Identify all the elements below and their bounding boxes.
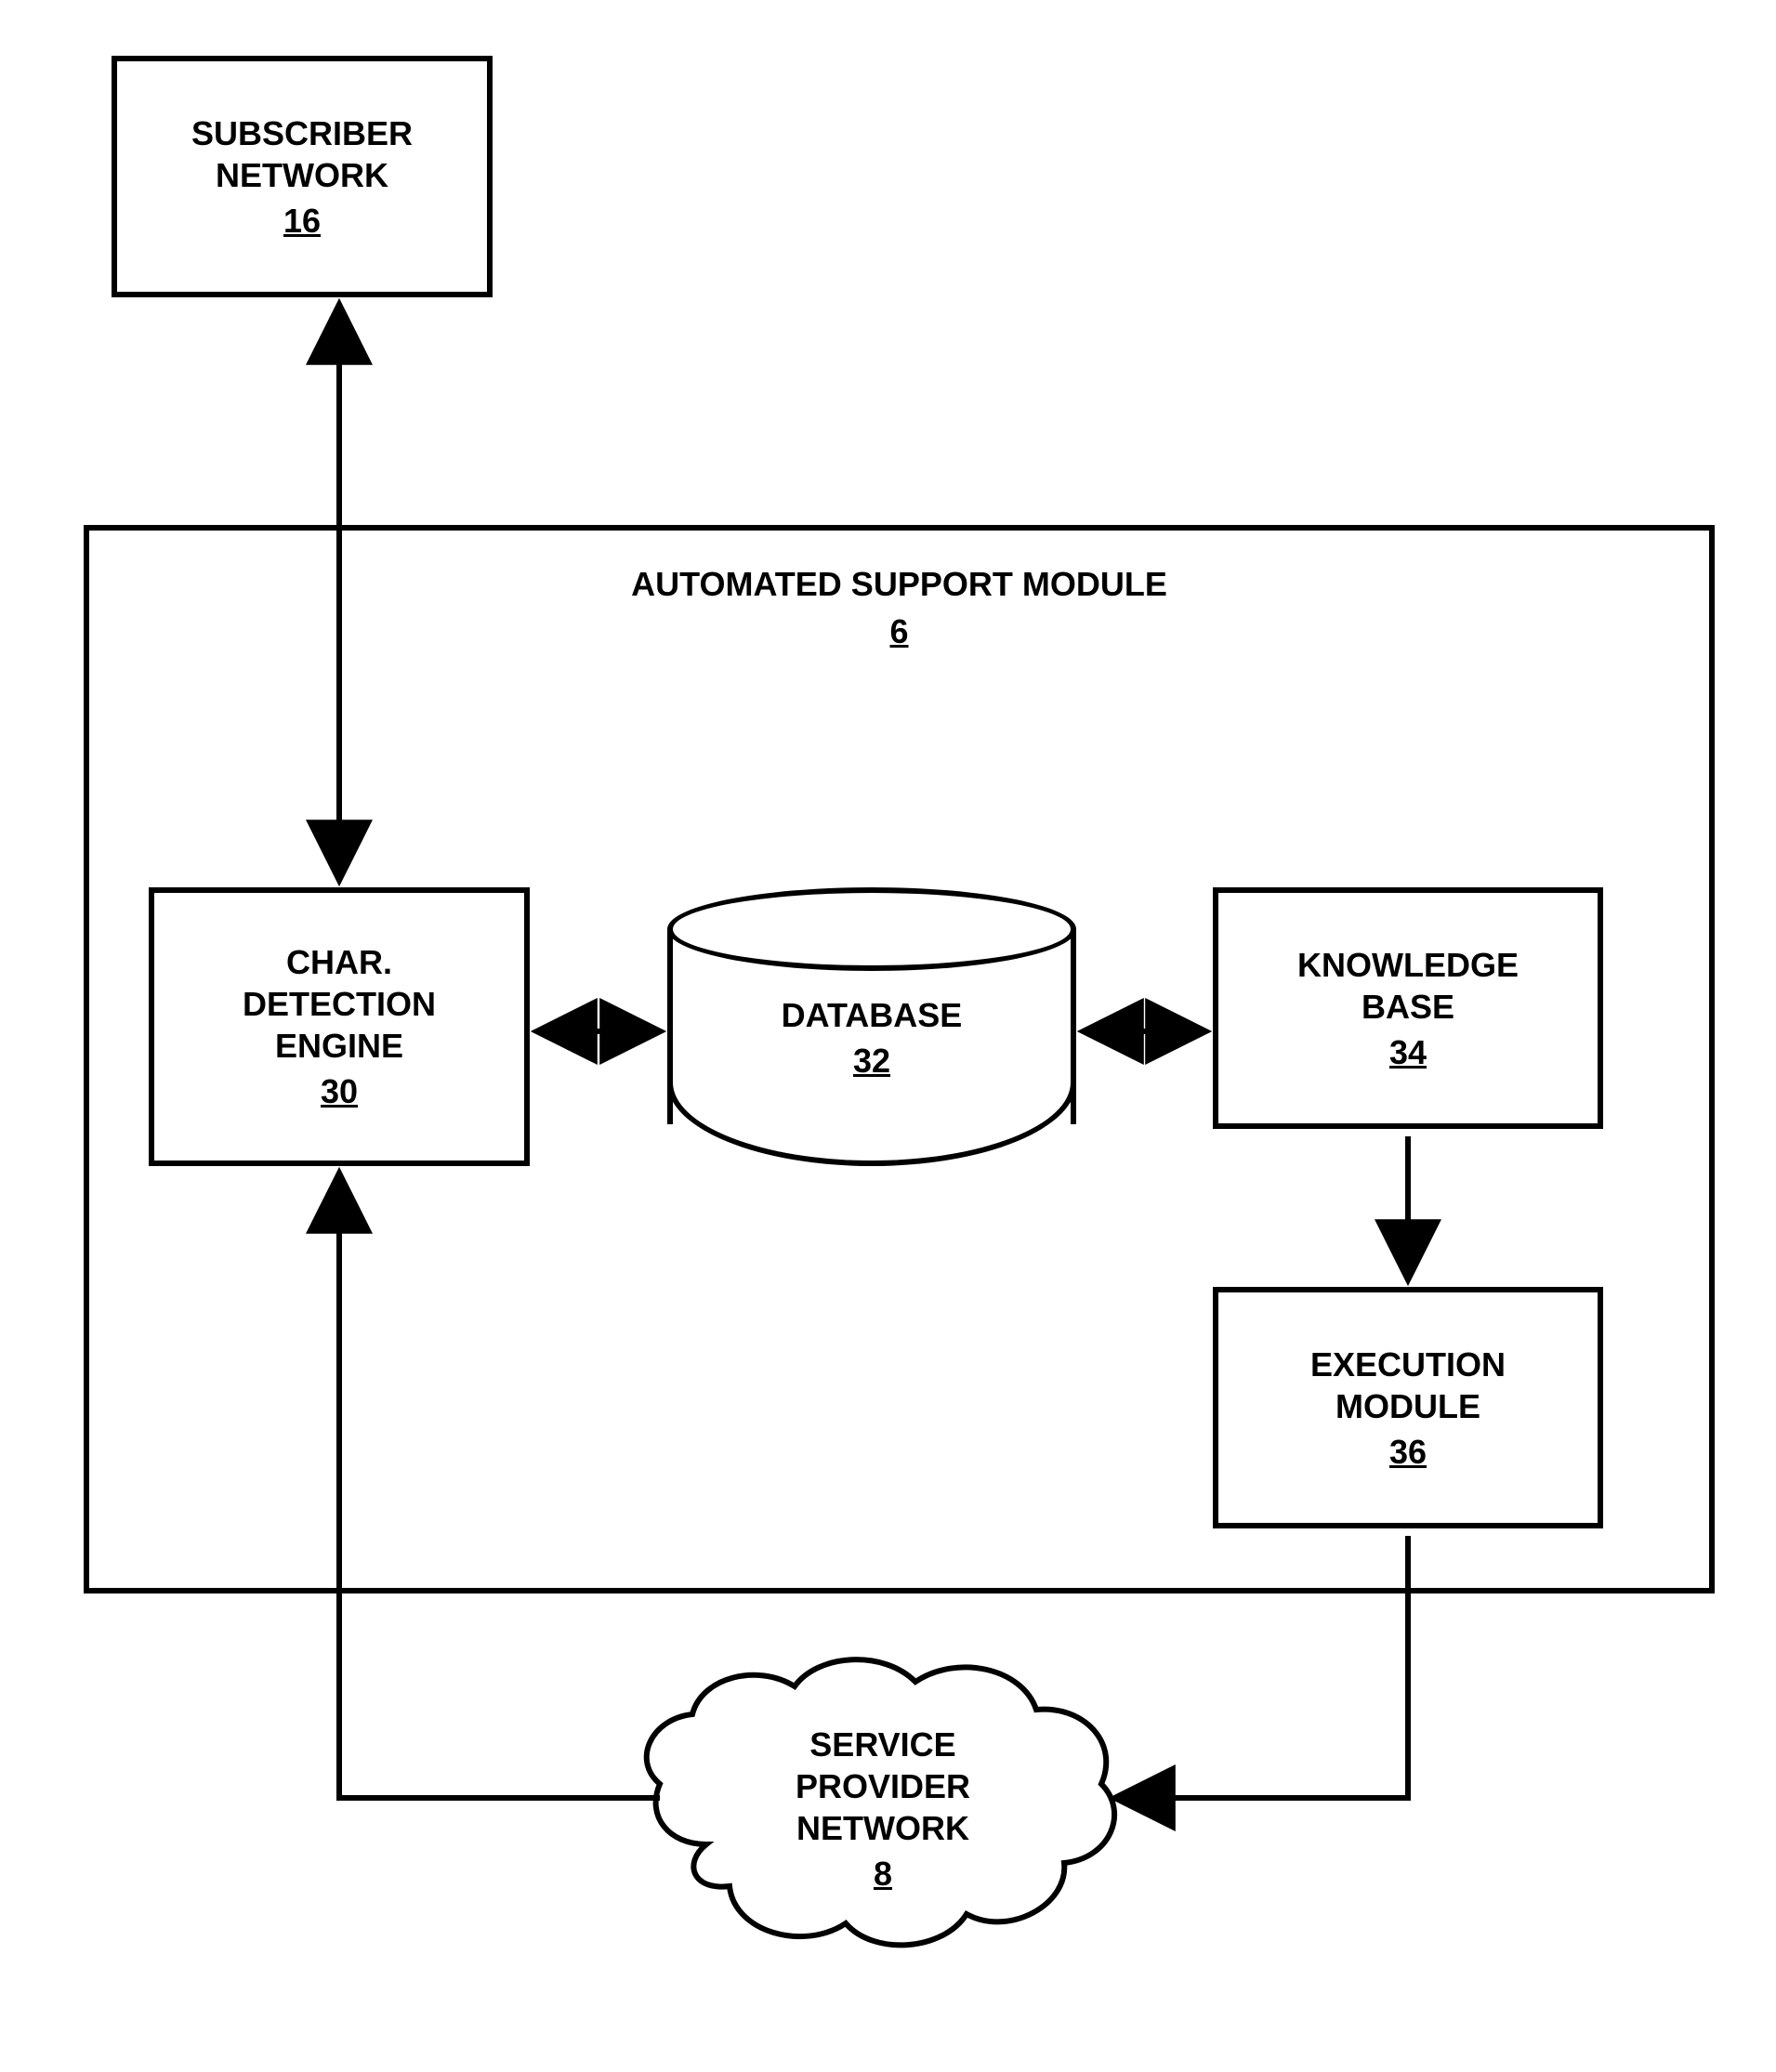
knowledge-base-l2: BASE bbox=[1362, 986, 1454, 1028]
execution-module-l1: EXECUTION bbox=[1310, 1344, 1506, 1385]
execution-module-l2: MODULE bbox=[1335, 1385, 1480, 1427]
char-detection-engine-l1: CHAR. bbox=[286, 941, 392, 983]
knowledge-base-ref: 34 bbox=[1389, 1031, 1427, 1073]
service-provider-network-l3: NETWORK bbox=[669, 1807, 1097, 1849]
database-ref: 32 bbox=[667, 1040, 1076, 1082]
service-provider-network-l1: SERVICE bbox=[669, 1724, 1097, 1765]
service-provider-network-ref: 8 bbox=[669, 1853, 1097, 1895]
subscriber-network-label: SUBSCRIBER NETWORK bbox=[117, 112, 487, 196]
subscriber-network-block: SUBSCRIBER NETWORK 16 bbox=[112, 56, 493, 297]
char-detection-engine-l3: ENGINE bbox=[275, 1025, 403, 1067]
execution-module-ref: 36 bbox=[1389, 1431, 1427, 1473]
knowledge-base-l1: KNOWLEDGE bbox=[1297, 944, 1519, 986]
execution-module-block: EXECUTION MODULE 36 bbox=[1213, 1287, 1603, 1528]
automated-support-module-label: AUTOMATED SUPPORT MODULE bbox=[89, 563, 1709, 607]
char-detection-engine-block: CHAR. DETECTION ENGINE 30 bbox=[149, 887, 530, 1166]
automated-support-module-ref: 6 bbox=[89, 610, 1709, 654]
subscriber-network-ref: 16 bbox=[283, 200, 321, 242]
service-provider-network-label-wrap: SERVICE PROVIDER NETWORK 8 bbox=[669, 1724, 1097, 1895]
char-detection-engine-ref: 30 bbox=[321, 1070, 358, 1112]
database-label: DATABASE bbox=[667, 994, 1076, 1036]
automated-support-module-title: AUTOMATED SUPPORT MODULE 6 bbox=[89, 563, 1709, 654]
knowledge-base-block: KNOWLEDGE BASE 34 bbox=[1213, 887, 1603, 1129]
database-block: DATABASE 32 bbox=[667, 887, 1076, 1166]
char-detection-engine-l2: DETECTION bbox=[243, 983, 436, 1025]
service-provider-network-l2: PROVIDER bbox=[669, 1765, 1097, 1807]
